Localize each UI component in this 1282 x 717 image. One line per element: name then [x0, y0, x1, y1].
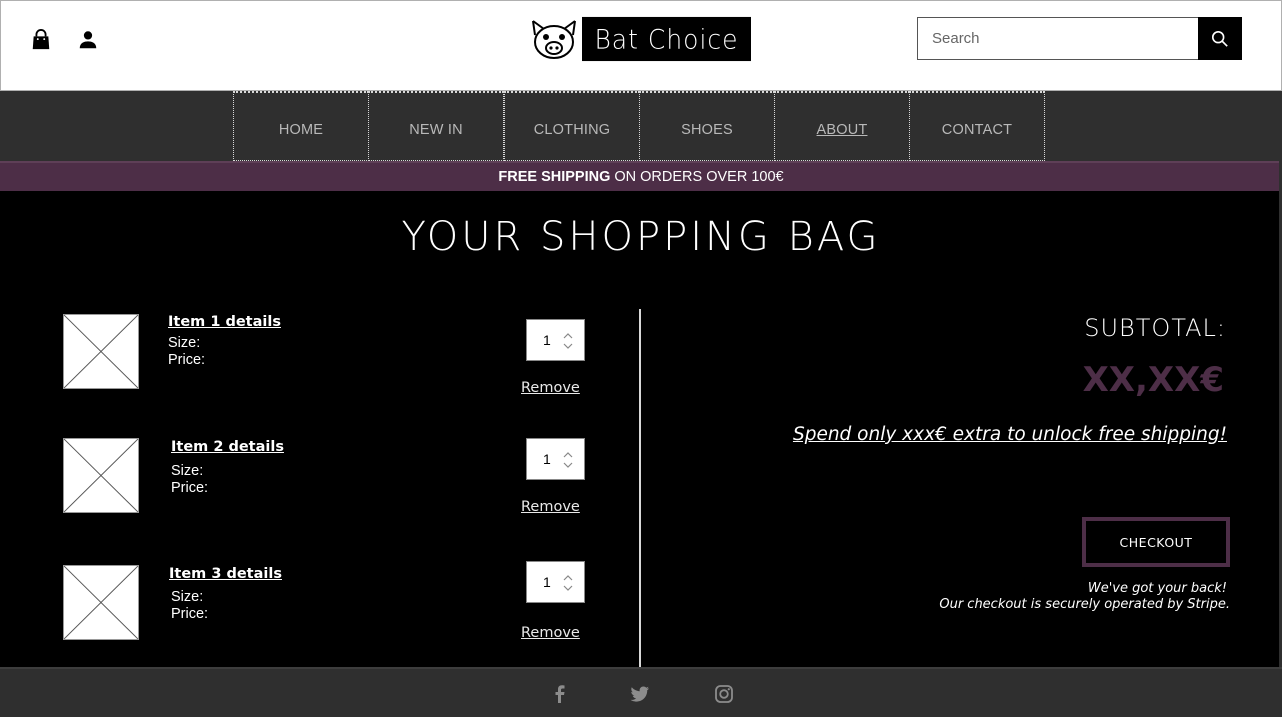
item-meta: Size: Price:: [171, 463, 208, 497]
item-title[interactable]: Item 1 details: [168, 314, 281, 330]
remove-link[interactable]: Remove: [521, 499, 580, 515]
nav-item-shoes[interactable]: SHOES: [639, 91, 775, 161]
nav-item-new-in[interactable]: NEW IN: [368, 91, 504, 161]
nav-item-contact[interactable]: CONTACT: [909, 91, 1045, 161]
item-price-label: Price:: [168, 352, 206, 368]
search-input[interactable]: [917, 17, 1199, 60]
facebook-icon[interactable]: [550, 684, 570, 704]
stepper-arrows-icon[interactable]: [563, 573, 573, 593]
quantity-stepper[interactable]: 1: [526, 561, 585, 603]
column-divider: [639, 309, 641, 667]
stepper-arrows-icon[interactable]: [563, 450, 573, 470]
item-size-label: Size:: [171, 463, 204, 479]
search-icon: [1211, 30, 1228, 47]
remove-link[interactable]: Remove: [521, 380, 580, 396]
item-price-label: Price:: [171, 606, 209, 622]
brand-name: Bat Choice: [582, 16, 751, 62]
item-image-placeholder[interactable]: [63, 438, 139, 513]
stepper-arrows-icon[interactable]: [563, 331, 573, 351]
remove-link[interactable]: Remove: [521, 625, 580, 641]
secure-note-line1: We've got your back!: [1087, 581, 1227, 596]
quantity-stepper[interactable]: 1: [526, 319, 585, 361]
shipping-banner: FREE SHIPPING ON ORDERS OVER 100€: [0, 161, 1282, 191]
banner-text: ON ORDERS OVER 100€: [614, 169, 784, 185]
item-price-label: Price:: [171, 480, 209, 496]
nav-item-clothing[interactable]: CLOTHING: [504, 91, 640, 161]
item-meta: Size: Price:: [171, 589, 208, 623]
search-button[interactable]: [1198, 17, 1242, 60]
subtotal-label: SUBTOTAL:: [1084, 314, 1226, 342]
checkout-button[interactable]: CHECKOUT: [1082, 517, 1230, 567]
twitter-icon[interactable]: [630, 684, 650, 704]
free-shipping-promo[interactable]: Spend only xxx€ extra to unlock free shi…: [793, 424, 1227, 445]
page-title: YOUR SHOPPING BAG: [401, 214, 881, 260]
banner-bold-text: FREE SHIPPING: [498, 169, 611, 185]
quantity-value: 1: [543, 332, 551, 348]
nav-item-about[interactable]: ABOUT: [774, 91, 910, 161]
item-size-label: Size:: [171, 589, 204, 605]
pig-logo-icon: [532, 20, 576, 59]
nav-item-home[interactable]: HOME: [233, 91, 369, 161]
item-title[interactable]: Item 2 details: [171, 439, 284, 455]
brand-logo[interactable]: Bat Choice: [529, 16, 751, 62]
bag-icon[interactable]: [30, 29, 52, 51]
quantity-value: 1: [543, 574, 551, 590]
main-nav: HOME NEW IN CLOTHING SHOES ABOUT CONTACT: [0, 91, 1282, 161]
user-icon[interactable]: [77, 29, 99, 51]
site-footer: [0, 667, 1282, 717]
site-header: Bat Choice: [0, 0, 1282, 91]
subtotal-value: XX,XX€: [1082, 360, 1224, 400]
item-image-placeholder[interactable]: [63, 314, 139, 389]
secure-note-line2: Our checkout is securely operated by Str…: [939, 597, 1230, 612]
instagram-icon[interactable]: [714, 684, 734, 704]
item-title[interactable]: Item 3 details: [169, 566, 282, 582]
quantity-stepper[interactable]: 1: [526, 438, 585, 480]
item-size-label: Size:: [168, 335, 201, 351]
item-meta: Size: Price:: [168, 335, 205, 369]
quantity-value: 1: [543, 451, 551, 467]
item-image-placeholder[interactable]: [63, 565, 139, 640]
